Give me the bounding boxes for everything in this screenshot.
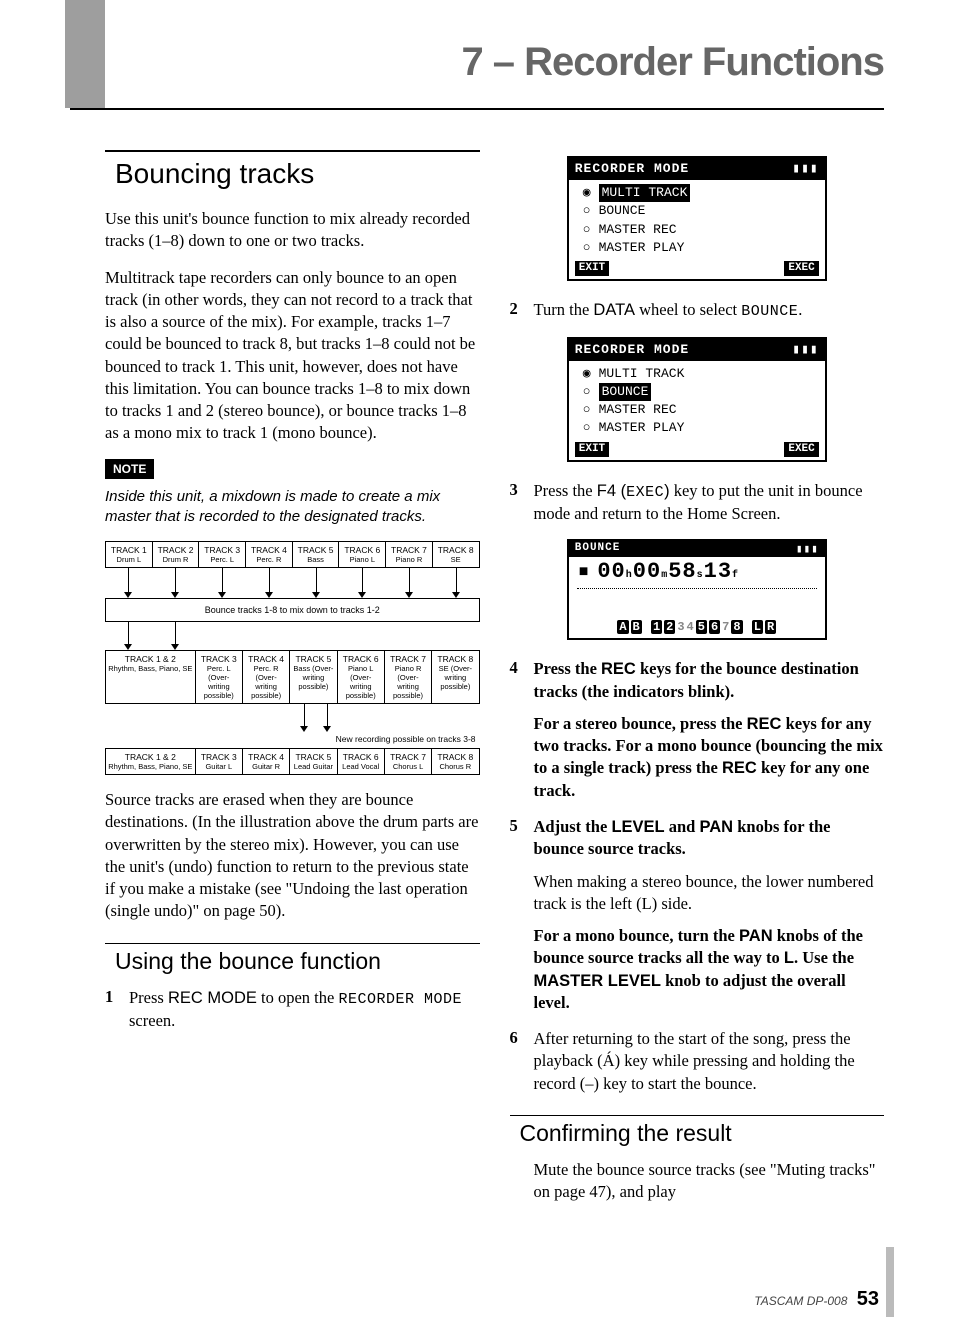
chapter-title: 7 – Recorder Functions <box>461 40 884 85</box>
step-5: 5 Adjust the LEVEL and PAN knobs for the… <box>510 816 885 1014</box>
diagram-row-2: TRACK 1 & 2Rhythm, Bass, Piano, SE TRACK… <box>105 650 480 704</box>
step-number-5: 5 <box>510 816 524 1014</box>
diagram-arrows-3 <box>105 704 480 732</box>
intro-paragraph-1: Use this unit's bounce function to mix a… <box>105 208 480 253</box>
lcd-exit-button: EXIT <box>575 261 609 276</box>
diagram-arrows-1 <box>105 568 480 598</box>
step-1: 1 Press REC MODE to open the RECORDER MO… <box>105 987 480 1033</box>
step-number-6: 6 <box>510 1028 524 1095</box>
bounce-diagram: TRACK 1Drum L TRACK 2Drum R TRACK 3Perc.… <box>105 541 480 775</box>
lcd-bounce-home: BOUNCE▮▮▮ ■ 00h00m58s13f AB 12345678 LR <box>567 539 827 640</box>
step-number-2: 2 <box>510 299 524 322</box>
stop-icon: ■ <box>579 563 590 581</box>
page-footer: TASCAM DP-008 53 <box>754 1288 879 1311</box>
lcd-exec-button: EXEC <box>784 261 818 276</box>
diagram-mix-label: Bounce tracks 1-8 to mix down to tracks … <box>105 598 480 622</box>
confirming-body-wrap: Mute the bounce source tracks (see "Muti… <box>510 1159 885 1204</box>
intro-paragraph-2: Multitrack tape recorders can only bounc… <box>105 267 480 445</box>
lcd-recorder-mode-bounce: RECORDER MODE▮▮▮ MULTI TRACK BOUNCE MAST… <box>567 337 827 462</box>
lcd-track-footer: AB 12345678 LR <box>569 618 825 638</box>
step-2: 2 Turn the DATA wheel to select BOUNCE. <box>510 299 885 322</box>
left-column: Bouncing tracks Use this unit's bounce f… <box>105 150 480 1217</box>
step-3: 3 Press the F4 (EXEC) key to put the uni… <box>510 480 885 526</box>
footer-model: TASCAM DP-008 <box>754 1294 847 1308</box>
page-number: 53 <box>857 1288 879 1310</box>
content-columns: Bouncing tracks Use this unit's bounce f… <box>105 150 884 1217</box>
h2-rule-right <box>510 1115 885 1116</box>
diagram-row-3: TRACK 1 & 2Rhythm, Bass, Piano, SE TRACK… <box>105 748 480 775</box>
step-4: 4 Press the REC keys for the bounce dest… <box>510 658 885 802</box>
step-4-text: Press the REC keys for the bounce destin… <box>534 658 885 802</box>
heading-confirming-result: Confirming the result <box>520 1120 885 1147</box>
diagram-arrows-2 <box>105 622 480 650</box>
h2-rule-left <box>105 943 480 944</box>
step-6-text: After returning to the start of the song… <box>534 1028 885 1095</box>
battery-icon: ▮▮▮ <box>796 542 819 556</box>
lcd-exit-button: EXIT <box>575 442 609 457</box>
top-rule <box>70 108 884 110</box>
step-number-1: 1 <box>105 987 119 1033</box>
source-tracks-paragraph: Source tracks are erased when they are b… <box>105 789 480 923</box>
confirming-body: Mute the bounce source tracks (see "Muti… <box>534 1159 885 1204</box>
h1-rule <box>105 150 480 152</box>
battery-icon: ▮▮▮ <box>792 341 818 359</box>
step-number-4: 4 <box>510 658 524 802</box>
heading-bouncing-tracks: Bouncing tracks <box>115 158 480 190</box>
step-number-3: 3 <box>510 480 524 526</box>
note-body: Inside this unit, a mixdown is made to c… <box>105 487 480 528</box>
diagram-row-1: TRACK 1Drum L TRACK 2Drum R TRACK 3Perc.… <box>105 541 480 568</box>
right-column: RECORDER MODE▮▮▮ MULTI TRACK BOUNCE MAST… <box>510 150 885 1217</box>
step-1-text: Press REC MODE to open the RECORDER MODE… <box>129 987 480 1033</box>
battery-icon: ▮▮▮ <box>792 160 818 178</box>
header-gray-band <box>65 0 105 108</box>
note-tag: NOTE <box>105 459 154 479</box>
heading-using-bounce: Using the bounce function <box>115 948 480 975</box>
step-3-text: Press the F4 (EXEC) key to put the unit … <box>534 480 885 526</box>
step-5-text: Adjust the LEVEL and PAN knobs for the b… <box>534 816 885 1014</box>
lcd-recorder-mode-multitrack: RECORDER MODE▮▮▮ MULTI TRACK BOUNCE MAST… <box>567 156 827 281</box>
step-2-text: Turn the DATA wheel to select BOUNCE. <box>534 299 885 322</box>
step-6: 6 After returning to the start of the so… <box>510 1028 885 1095</box>
lcd-exec-button: EXEC <box>784 442 818 457</box>
page-corner-tab <box>886 1247 894 1317</box>
diagram-new-label: New recording possible on tracks 3-8 <box>105 732 480 748</box>
